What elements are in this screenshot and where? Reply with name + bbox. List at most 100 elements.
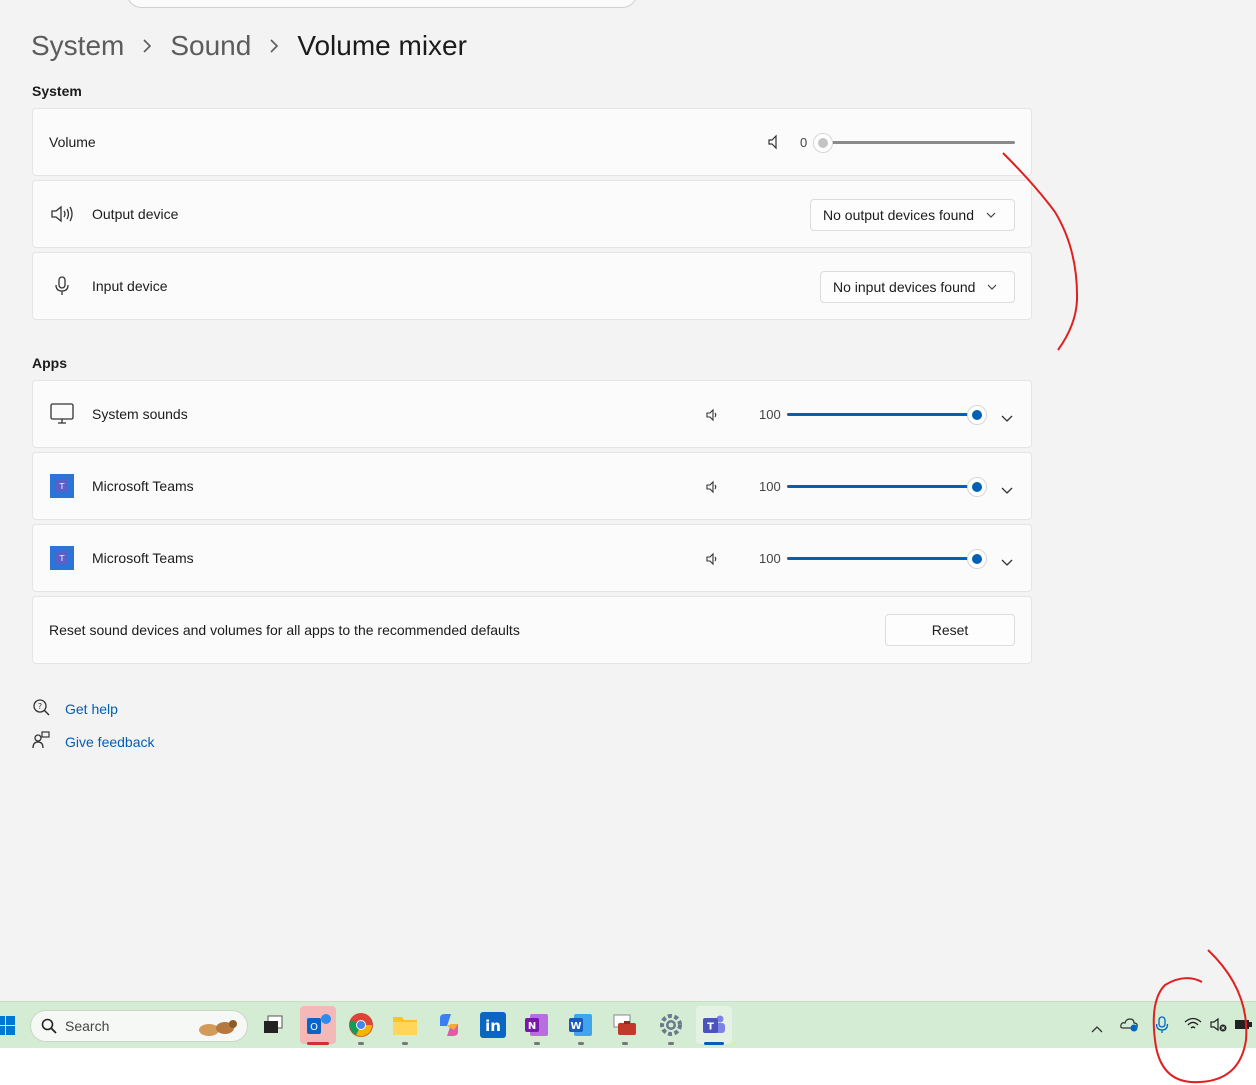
outlook-indicator xyxy=(307,1042,329,1045)
svg-text:W: W xyxy=(570,1021,581,1032)
teams-indicator xyxy=(704,1042,724,1045)
windows-start-icon[interactable] xyxy=(0,1016,16,1041)
microphone-icon xyxy=(50,274,74,298)
chevron-down-icon[interactable] xyxy=(1001,554,1013,572)
app-volume-value: 100 xyxy=(759,407,781,422)
app-name: Microsoft Teams xyxy=(92,478,194,494)
input-device-value: No input devices found xyxy=(833,279,976,295)
app-volume-slider-thumb[interactable] xyxy=(967,549,987,569)
folder-indicator xyxy=(402,1042,408,1045)
svg-text:?: ? xyxy=(38,702,42,711)
chevron-right-icon xyxy=(142,39,152,53)
section-title-system: System xyxy=(32,83,82,99)
volume-slider-thumb[interactable] xyxy=(813,133,833,153)
volume-label: Volume xyxy=(49,134,96,150)
toolbox-icon[interactable] xyxy=(610,1010,640,1040)
svg-text:in: in xyxy=(485,1017,501,1035)
speaker-muted-icon[interactable] xyxy=(1210,1017,1228,1038)
volume-value: 0 xyxy=(800,135,808,150)
svg-text:T: T xyxy=(59,554,65,563)
word-icon[interactable]: W xyxy=(566,1010,596,1040)
task-view-icon[interactable] xyxy=(258,1010,288,1040)
breadcrumb: System Sound Volume mixer xyxy=(31,26,467,66)
teams-icon: T xyxy=(50,546,74,570)
svg-text:T: T xyxy=(59,482,65,491)
chevron-down-icon xyxy=(986,212,996,218)
speaker-icon[interactable] xyxy=(706,480,720,499)
get-help-label[interactable]: Get help xyxy=(65,701,118,717)
top-search-box[interactable] xyxy=(126,0,638,8)
chevron-down-icon[interactable] xyxy=(1001,482,1013,500)
chrome-icon[interactable] xyxy=(346,1010,376,1040)
teams-icon: T xyxy=(50,474,74,498)
settings-icon[interactable] xyxy=(656,1010,686,1040)
taskbar: Search O in N W T xyxy=(0,1001,1256,1048)
speaker-icon xyxy=(50,202,74,226)
wifi-icon[interactable] xyxy=(1184,1017,1202,1036)
output-device-card: Output device No output devices found xyxy=(32,180,1032,248)
search-highlight-icon xyxy=(195,1015,241,1042)
app-volume-value: 100 xyxy=(759,479,781,494)
page-title: Volume mixer xyxy=(297,30,467,61)
battery-icon[interactable] xyxy=(1234,1017,1254,1036)
monitor-icon xyxy=(50,402,74,426)
feedback-icon xyxy=(32,731,50,752)
input-device-label: Input device xyxy=(92,278,168,294)
input-device-card: Input device No input devices found xyxy=(32,252,1032,320)
app-name: Microsoft Teams xyxy=(92,550,194,566)
chevron-right-icon xyxy=(269,39,279,53)
app-volume-slider-track[interactable] xyxy=(787,485,977,488)
word-indicator xyxy=(578,1042,584,1045)
svg-text:T: T xyxy=(707,1022,714,1033)
breadcrumb-sound[interactable]: Sound xyxy=(170,30,251,62)
onenote-icon[interactable]: N xyxy=(522,1010,552,1040)
chevron-up-icon[interactable] xyxy=(1091,1020,1103,1038)
reset-description: Reset sound devices and volumes for all … xyxy=(49,622,520,638)
get-help-link[interactable]: ? Get help xyxy=(32,698,118,719)
reset-button[interactable]: Reset xyxy=(885,614,1015,646)
input-device-dropdown[interactable]: No input devices found xyxy=(820,271,1015,303)
teams-taskbar-icon[interactable]: T xyxy=(696,1006,732,1044)
output-device-value: No output devices found xyxy=(823,207,974,223)
microphone-icon[interactable] xyxy=(1155,1016,1169,1039)
reset-card: Reset sound devices and volumes for all … xyxy=(32,596,1032,664)
outlook-icon[interactable]: O xyxy=(300,1006,336,1044)
speaker-muted-icon[interactable] xyxy=(767,134,783,155)
folder-icon[interactable] xyxy=(390,1010,420,1040)
app-volume-slider-thumb[interactable] xyxy=(967,477,987,497)
linkedin-icon[interactable]: in xyxy=(478,1010,508,1040)
chrome-indicator xyxy=(358,1042,364,1045)
onedrive-icon[interactable] xyxy=(1120,1016,1140,1037)
settings-indicator xyxy=(668,1042,674,1045)
volume-card: Volume 0 xyxy=(32,108,1032,176)
give-feedback-link[interactable]: Give feedback xyxy=(32,731,155,752)
section-title-apps: Apps xyxy=(32,355,67,371)
toolbox-indicator xyxy=(622,1042,628,1045)
svg-text:N: N xyxy=(528,1021,536,1032)
taskbar-search-input[interactable]: Search xyxy=(30,1010,248,1042)
speaker-icon[interactable] xyxy=(706,408,720,427)
breadcrumb-system[interactable]: System xyxy=(31,30,124,62)
onenote-indicator xyxy=(534,1042,540,1045)
app-row-system-sounds: System sounds 100 xyxy=(32,380,1032,448)
search-icon xyxy=(41,1018,57,1034)
copilot-icon[interactable] xyxy=(434,1010,464,1040)
app-volume-value: 100 xyxy=(759,551,781,566)
give-feedback-label[interactable]: Give feedback xyxy=(65,734,155,750)
volume-slider-track[interactable] xyxy=(823,141,1015,144)
app-volume-slider-thumb[interactable] xyxy=(967,405,987,425)
output-device-label: Output device xyxy=(92,206,179,222)
output-device-dropdown[interactable]: No output devices found xyxy=(810,199,1015,231)
app-volume-slider-track[interactable] xyxy=(787,413,977,416)
taskbar-search-placeholder: Search xyxy=(65,1018,110,1034)
speaker-icon[interactable] xyxy=(706,552,720,571)
chevron-down-icon[interactable] xyxy=(1001,410,1013,428)
app-row-microsoft-teams: T Microsoft Teams 100 xyxy=(32,452,1032,520)
help-icon: ? xyxy=(32,698,50,719)
screen-bottom-area xyxy=(0,1048,1256,1085)
app-name: System sounds xyxy=(92,406,188,422)
svg-text:O: O xyxy=(310,1022,318,1033)
app-row-microsoft-teams: T Microsoft Teams 100 xyxy=(32,524,1032,592)
chevron-down-icon xyxy=(987,284,997,290)
app-volume-slider-track[interactable] xyxy=(787,557,977,560)
